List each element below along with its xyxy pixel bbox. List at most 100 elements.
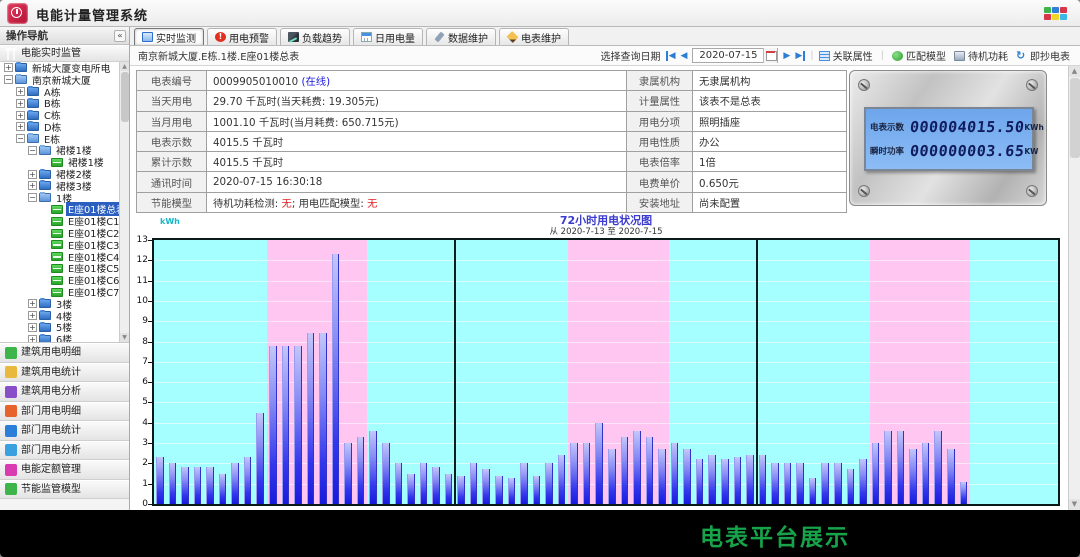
tab-realtime-monitor[interactable]: 实时监测 bbox=[134, 28, 204, 45]
field-label: 用电性质 bbox=[627, 131, 693, 151]
y-axis-tick-label: 0 bbox=[130, 499, 148, 509]
app-header: 电能计量管理系统 bbox=[0, 0, 1080, 27]
tab-data-maintain[interactable]: 数据维护 bbox=[426, 28, 496, 45]
field-label: 当月用电 bbox=[137, 111, 207, 131]
tree-node-floor-6[interactable]: +6楼 bbox=[0, 333, 129, 343]
first-day-button[interactable]: ◀ bbox=[666, 51, 676, 61]
tab-meter-maintain[interactable]: 电表维护 bbox=[499, 28, 569, 45]
expand-icon[interactable]: + bbox=[4, 63, 13, 72]
sidebar-section-building-usage-analysis[interactable]: 建筑用电分析 bbox=[0, 382, 129, 402]
expand-icon[interactable]: + bbox=[28, 170, 37, 179]
screw-icon bbox=[858, 185, 870, 197]
expand-icon[interactable]: + bbox=[28, 323, 37, 332]
usage-bar bbox=[683, 449, 691, 504]
scroll-up-icon[interactable]: ▲ bbox=[1069, 66, 1080, 77]
read-meter-now-button[interactable]: ↻即抄电表 bbox=[1016, 48, 1070, 63]
date-input[interactable] bbox=[693, 49, 763, 62]
sidebar: 操作导航 « 电能实时监管 +新城大厦变电所电−南京新城大厦+A栋+B栋+C栋+… bbox=[0, 27, 130, 510]
expand-icon[interactable]: + bbox=[16, 122, 25, 131]
tree-node-block-b[interactable]: +B栋 bbox=[0, 97, 129, 109]
y-axis-tick-label: 7 bbox=[130, 357, 148, 367]
sidebar-section-label: 建筑用电明细 bbox=[21, 344, 81, 361]
screw-icon bbox=[1026, 79, 1038, 91]
sidebar-section-energy-quota-mgmt[interactable]: 电能定额管理 bbox=[0, 460, 129, 480]
collapse-icon[interactable]: − bbox=[28, 193, 37, 202]
content-scrollbar[interactable]: ▲ ▼ bbox=[1068, 66, 1080, 510]
field-label: 电表示数 bbox=[137, 131, 207, 151]
expand-icon[interactable]: + bbox=[28, 181, 37, 190]
toolbar-separator: | bbox=[810, 50, 813, 61]
sidebar-section-building-usage-detail[interactable]: 建筑用电明细 bbox=[0, 343, 129, 363]
usage-bar bbox=[734, 457, 742, 504]
expand-icon[interactable]: + bbox=[28, 299, 37, 308]
sidebar-section-dept-usage-detail[interactable]: 部门用电明细 bbox=[0, 402, 129, 422]
toolbar-actions: 关联属性 | 匹配模型待机功耗 ↻即抄电表 bbox=[819, 48, 1070, 63]
tree-scrollbar[interactable]: ▲ ▼ bbox=[119, 62, 129, 342]
tab-load-trend[interactable]: 负载趋势 bbox=[280, 28, 350, 45]
tab-power-alert[interactable]: !用电预警 bbox=[207, 28, 277, 45]
sidebar-section-realtime-supervision[interactable]: 电能实时监管 bbox=[0, 45, 129, 62]
collapse-panel-button[interactable]: « bbox=[114, 30, 126, 42]
calendar-icon[interactable] bbox=[763, 48, 777, 63]
scroll-thumb[interactable] bbox=[1070, 78, 1080, 158]
usage-bar bbox=[759, 455, 767, 504]
energy-quota-mgmt-icon bbox=[5, 464, 17, 476]
expand-icon[interactable]: + bbox=[28, 335, 37, 343]
tree-node-block-d[interactable]: +D栋 bbox=[0, 121, 129, 133]
value-segment: ; 用电匹配模型: bbox=[292, 198, 367, 210]
folder-open-icon bbox=[27, 134, 39, 143]
sidebar-section-label: 建筑用电统计 bbox=[21, 364, 81, 381]
y-axis-tick-label: 10 bbox=[130, 296, 148, 306]
meter-lcd-panel: 电表示数 000004015.50 KWh 瞬时功率 000000003.65 … bbox=[849, 70, 1047, 206]
table-row: 当月用电1001.10 千瓦时(当月耗费: 650.715元)用电分项照明插座 bbox=[137, 111, 847, 131]
tree-node-block-c[interactable]: +C栋 bbox=[0, 109, 129, 121]
meter-icon bbox=[51, 158, 63, 167]
value-segment: 无隶属机构 bbox=[699, 76, 750, 88]
usage-bar bbox=[294, 346, 302, 504]
folder-icon bbox=[27, 111, 39, 120]
sidebar-section-dept-usage-stats[interactable]: 部门用电统计 bbox=[0, 421, 129, 441]
apps-grid-icon[interactable] bbox=[1044, 7, 1068, 21]
collapse-icon[interactable]: − bbox=[4, 75, 13, 84]
scroll-thumb[interactable] bbox=[121, 72, 129, 122]
tree-node-block-a[interactable]: +A栋 bbox=[0, 86, 129, 98]
scroll-up-icon[interactable]: ▲ bbox=[120, 62, 129, 71]
link-attribute-button[interactable]: 关联属性 bbox=[819, 48, 873, 63]
expand-icon[interactable]: + bbox=[28, 311, 37, 320]
tab-daily-usage[interactable]: 日用电量 bbox=[353, 28, 423, 45]
last-day-button[interactable]: ▶ bbox=[795, 51, 805, 61]
value-segment: 29.70 千瓦时(当天耗费: 19.305元) bbox=[213, 96, 379, 108]
field-value: 1倍 bbox=[693, 152, 847, 172]
next-day-button[interactable]: ▶ bbox=[783, 51, 790, 61]
y-axis-tick-label: 5 bbox=[130, 397, 148, 407]
toolbar-separator: | bbox=[881, 50, 884, 61]
field-value: 0009905010010 (在线) bbox=[207, 71, 627, 91]
usage-bar bbox=[369, 431, 377, 504]
building-usage-stats-icon bbox=[5, 366, 17, 378]
match-model-button[interactable]: 匹配模型 bbox=[892, 48, 946, 63]
usage-bar bbox=[219, 474, 227, 504]
expand-icon[interactable]: + bbox=[16, 99, 25, 108]
collapse-icon[interactable]: − bbox=[16, 134, 25, 143]
lcd-reading-value: 000004015.50 bbox=[909, 118, 1025, 136]
tree-node-podium-1f[interactable]: −裙楼1楼 bbox=[0, 145, 129, 157]
collapse-icon[interactable]: − bbox=[28, 146, 37, 155]
expand-icon[interactable]: + bbox=[16, 87, 25, 96]
sidebar-section-building-usage-stats[interactable]: 建筑用电统计 bbox=[0, 363, 129, 383]
sidebar-section-dept-usage-analysis[interactable]: 部门用电分析 bbox=[0, 441, 129, 461]
usage-bar bbox=[859, 459, 867, 504]
folder-icon bbox=[39, 311, 51, 320]
value-segment: 无 bbox=[367, 198, 377, 210]
sidebar-section-energy-saving-model[interactable]: 节能监管模型 bbox=[0, 480, 129, 500]
tree-node-nanjing-xincheng-building[interactable]: −南京新城大厦 bbox=[0, 74, 129, 86]
expand-icon[interactable]: + bbox=[16, 111, 25, 120]
tree-node-label: 6楼 bbox=[54, 332, 74, 343]
prev-day-button[interactable]: ◀ bbox=[680, 51, 687, 61]
table-row: 电表示数4015.5 千瓦时用电性质办公 bbox=[137, 131, 847, 151]
usage-bar bbox=[646, 437, 654, 504]
table-row: 累计示数4015.5 千瓦时电表倍率1倍 bbox=[137, 152, 847, 172]
dept-usage-analysis-icon bbox=[5, 444, 17, 456]
standby-power-button[interactable]: 待机功耗 bbox=[954, 48, 1008, 63]
scroll-down-icon[interactable]: ▼ bbox=[120, 333, 129, 342]
scroll-down-icon[interactable]: ▼ bbox=[1069, 499, 1080, 510]
